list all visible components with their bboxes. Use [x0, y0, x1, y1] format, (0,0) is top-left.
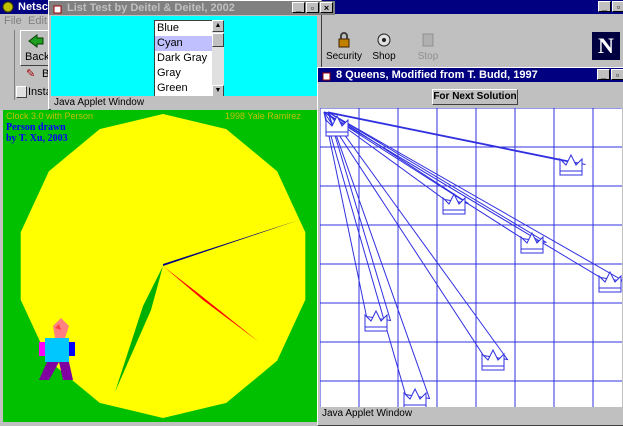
stop-label: Stop — [417, 51, 439, 62]
person-caption-line1: Person drawn — [6, 122, 66, 133]
queens-status-bar: Java Applet Window — [319, 407, 622, 421]
queens-window-buttons: _ ▫ × — [597, 69, 623, 80]
queens-maximize-button[interactable]: ▫ — [611, 69, 623, 80]
person-caption: Person drawn by T. Xu, 2003 — [6, 122, 68, 144]
next-solution-button[interactable]: For Next Solution — [432, 89, 518, 105]
next-solution-label: For Next Solution — [433, 91, 517, 102]
queens-window: 8 Queens, Modified from T. Budd, 1997 _ … — [317, 67, 623, 426]
java-cup-icon — [53, 5, 62, 14]
person-caption-line2: by T. Xu, 2003 — [6, 133, 68, 144]
queens-minimize-button[interactable]: _ — [597, 69, 610, 80]
shop-label: Shop — [372, 51, 396, 62]
color-list-scrollbar[interactable]: ▲ ▼ — [212, 20, 224, 97]
stop-button[interactable]: Stop — [410, 32, 446, 64]
queens-titlebar: 8 Queens, Modified from T. Budd, 1997 _ … — [318, 68, 623, 82]
netscape-logo-letter: N — [598, 33, 614, 58]
bookmarks-row: ✎ B — [0, 66, 50, 82]
instant-row: Insta — [0, 84, 52, 100]
shop-button[interactable]: Shop — [366, 32, 402, 64]
color-list-item[interactable]: Dark Gray — [155, 51, 213, 66]
maximize-button[interactable]: ▫ — [612, 1, 623, 12]
list-test-window-buttons: _ ▫ × — [292, 2, 333, 13]
stop-icon — [422, 33, 434, 47]
bookmarks-icon: ✎ — [26, 68, 36, 80]
menu-edit[interactable]: Edit — [28, 15, 47, 27]
back-label: Back — [25, 51, 50, 63]
netscape-logo: N — [592, 32, 620, 60]
list-status-bar: Java Applet Window — [51, 96, 317, 110]
list-maximize-button[interactable]: ▫ — [306, 2, 319, 13]
clock-header-right: 1998 Yale Ramirez — [225, 111, 301, 121]
list-close-button[interactable]: × — [320, 2, 333, 13]
security-button[interactable]: Security — [324, 32, 364, 64]
instant-icon — [16, 86, 27, 98]
scroll-up-button[interactable]: ▲ — [212, 20, 224, 32]
netscape-window-buttons: _ ▫ × — [598, 1, 623, 12]
clock-applet: Clock 3.0 with Person 1998 Yale Ramirez … — [3, 110, 319, 422]
color-list-item[interactable]: Cyan — [155, 36, 213, 51]
list-test-window: List Test by Deitel & Deitel, 2002 _ ▫ ×… — [48, 0, 335, 110]
clock-header-left: Clock 3.0 with Person — [6, 111, 94, 121]
lock-icon — [338, 32, 350, 48]
chess-board — [320, 108, 622, 407]
list-test-title: List Test by Deitel & Deitel, 2002 — [67, 2, 235, 14]
queens-title: 8 Queens, Modified from T. Budd, 1997 — [336, 69, 538, 81]
color-list[interactable]: Blue Cyan Dark Gray Gray Green — [154, 20, 214, 97]
board-background — [320, 108, 622, 407]
list-applet-area: Blue Cyan Dark Gray Gray Green ▲ ▼ — [51, 16, 317, 97]
back-arrow-icon — [28, 34, 44, 48]
clock-canvas — [3, 110, 319, 422]
shop-icon — [377, 33, 391, 47]
color-list-item[interactable]: Blue — [155, 21, 213, 36]
color-list-item[interactable]: Gray — [155, 66, 213, 81]
scroll-thumb[interactable] — [212, 33, 224, 47]
minimize-button[interactable]: _ — [598, 1, 611, 12]
color-list-items: Blue Cyan Dark Gray Gray Green — [155, 21, 213, 96]
netscape-toolbar-right: Security Shop Stop N — [320, 28, 623, 68]
color-list-item[interactable]: Green — [155, 81, 213, 96]
list-test-titlebar: List Test by Deitel & Deitel, 2002 _ ▫ × — [49, 1, 335, 15]
list-minimize-button[interactable]: _ — [292, 2, 305, 13]
netscape-app-icon — [2, 1, 14, 13]
queens-java-cup-icon — [322, 72, 331, 81]
security-label: Security — [325, 51, 363, 62]
menu-file[interactable]: File — [4, 15, 22, 27]
